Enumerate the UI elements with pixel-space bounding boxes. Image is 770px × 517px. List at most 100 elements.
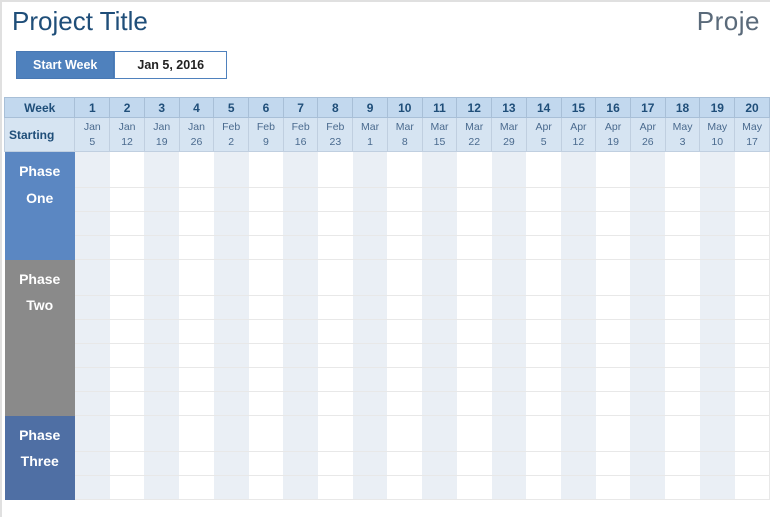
grid-cell[interactable]: [214, 296, 249, 320]
grid-cell[interactable]: [110, 452, 145, 476]
grid-cell[interactable]: [144, 416, 179, 452]
grid-cell[interactable]: [75, 320, 110, 344]
grid-cell[interactable]: [75, 260, 110, 296]
grid-cell[interactable]: [75, 236, 110, 260]
grid-cell[interactable]: [144, 392, 179, 416]
grid-cell[interactable]: [318, 236, 353, 260]
grid-cell[interactable]: [526, 260, 561, 296]
grid-cell[interactable]: [596, 152, 631, 188]
grid-cell[interactable]: [318, 452, 353, 476]
grid-cell[interactable]: [283, 344, 318, 368]
grid-cell[interactable]: [318, 344, 353, 368]
grid-cell[interactable]: [700, 212, 735, 236]
grid-cell[interactable]: [249, 392, 284, 416]
grid-cell[interactable]: [179, 212, 214, 236]
grid-cell[interactable]: [596, 452, 631, 476]
grid-cell[interactable]: [700, 452, 735, 476]
grid-cell[interactable]: [110, 212, 145, 236]
grid-cell[interactable]: [526, 368, 561, 392]
grid-cell[interactable]: [249, 296, 284, 320]
grid-cell[interactable]: [422, 296, 457, 320]
grid-cell[interactable]: [214, 476, 249, 500]
grid-cell[interactable]: [110, 260, 145, 296]
grid-cell[interactable]: [318, 296, 353, 320]
grid-cell[interactable]: [457, 260, 492, 296]
grid-cell[interactable]: [492, 368, 527, 392]
grid-cell[interactable]: [387, 296, 422, 320]
grid-cell[interactable]: [422, 416, 457, 452]
grid-cell[interactable]: [561, 476, 596, 500]
grid-cell[interactable]: [596, 320, 631, 344]
grid-cell[interactable]: [700, 152, 735, 188]
grid-cell[interactable]: [700, 236, 735, 260]
grid-cell[interactable]: [596, 260, 631, 296]
grid-cell[interactable]: [214, 368, 249, 392]
grid-cell[interactable]: [387, 212, 422, 236]
grid-cell[interactable]: [596, 296, 631, 320]
grid-cell[interactable]: [457, 416, 492, 452]
grid-cell[interactable]: [561, 416, 596, 452]
start-week-value[interactable]: Jan 5, 2016: [114, 51, 227, 79]
grid-cell[interactable]: [492, 392, 527, 416]
grid-cell[interactable]: [110, 188, 145, 212]
grid-cell[interactable]: [283, 416, 318, 452]
grid-cell[interactable]: [387, 452, 422, 476]
grid-cell[interactable]: [214, 392, 249, 416]
grid-cell[interactable]: [179, 368, 214, 392]
grid-cell[interactable]: [214, 344, 249, 368]
grid-cell[interactable]: [144, 320, 179, 344]
grid-cell[interactable]: [387, 188, 422, 212]
grid-cell[interactable]: [249, 452, 284, 476]
grid-cell[interactable]: [387, 368, 422, 392]
grid-cell[interactable]: [249, 416, 284, 452]
grid-cell[interactable]: [630, 416, 665, 452]
grid-cell[interactable]: [75, 344, 110, 368]
grid-cell[interactable]: [526, 236, 561, 260]
grid-cell[interactable]: [457, 476, 492, 500]
grid-cell[interactable]: [249, 188, 284, 212]
grid-cell[interactable]: [561, 392, 596, 416]
grid-cell[interactable]: [665, 416, 700, 452]
grid-cell[interactable]: [735, 320, 770, 344]
grid-cell[interactable]: [249, 212, 284, 236]
grid-cell[interactable]: [457, 368, 492, 392]
grid-cell[interactable]: [214, 320, 249, 344]
grid-cell[interactable]: [318, 212, 353, 236]
grid-cell[interactable]: [665, 452, 700, 476]
grid-cell[interactable]: [526, 344, 561, 368]
grid-cell[interactable]: [735, 260, 770, 296]
grid-cell[interactable]: [75, 392, 110, 416]
grid-cell[interactable]: [318, 476, 353, 500]
grid-cell[interactable]: [110, 368, 145, 392]
grid-cell[interactable]: [422, 368, 457, 392]
grid-cell[interactable]: [526, 392, 561, 416]
grid-cell[interactable]: [318, 188, 353, 212]
grid-cell[interactable]: [353, 296, 388, 320]
grid-cell[interactable]: [630, 476, 665, 500]
grid-cell[interactable]: [596, 416, 631, 452]
grid-cell[interactable]: [630, 296, 665, 320]
grid-cell[interactable]: [457, 392, 492, 416]
grid-cell[interactable]: [700, 296, 735, 320]
grid-cell[interactable]: [630, 212, 665, 236]
grid-cell[interactable]: [75, 188, 110, 212]
grid-cell[interactable]: [665, 368, 700, 392]
grid-cell[interactable]: [214, 416, 249, 452]
grid-cell[interactable]: [318, 416, 353, 452]
grid-cell[interactable]: [735, 296, 770, 320]
grid-cell[interactable]: [110, 236, 145, 260]
grid-cell[interactable]: [735, 392, 770, 416]
grid-cell[interactable]: [526, 152, 561, 188]
grid-cell[interactable]: [179, 236, 214, 260]
grid-cell[interactable]: [283, 152, 318, 188]
grid-cell[interactable]: [561, 344, 596, 368]
grid-cell[interactable]: [353, 416, 388, 452]
grid-cell[interactable]: [179, 260, 214, 296]
grid-cell[interactable]: [353, 260, 388, 296]
grid-cell[interactable]: [735, 416, 770, 452]
grid-cell[interactable]: [144, 152, 179, 188]
grid-cell[interactable]: [422, 152, 457, 188]
grid-cell[interactable]: [179, 416, 214, 452]
grid-cell[interactable]: [422, 476, 457, 500]
grid-cell[interactable]: [75, 212, 110, 236]
